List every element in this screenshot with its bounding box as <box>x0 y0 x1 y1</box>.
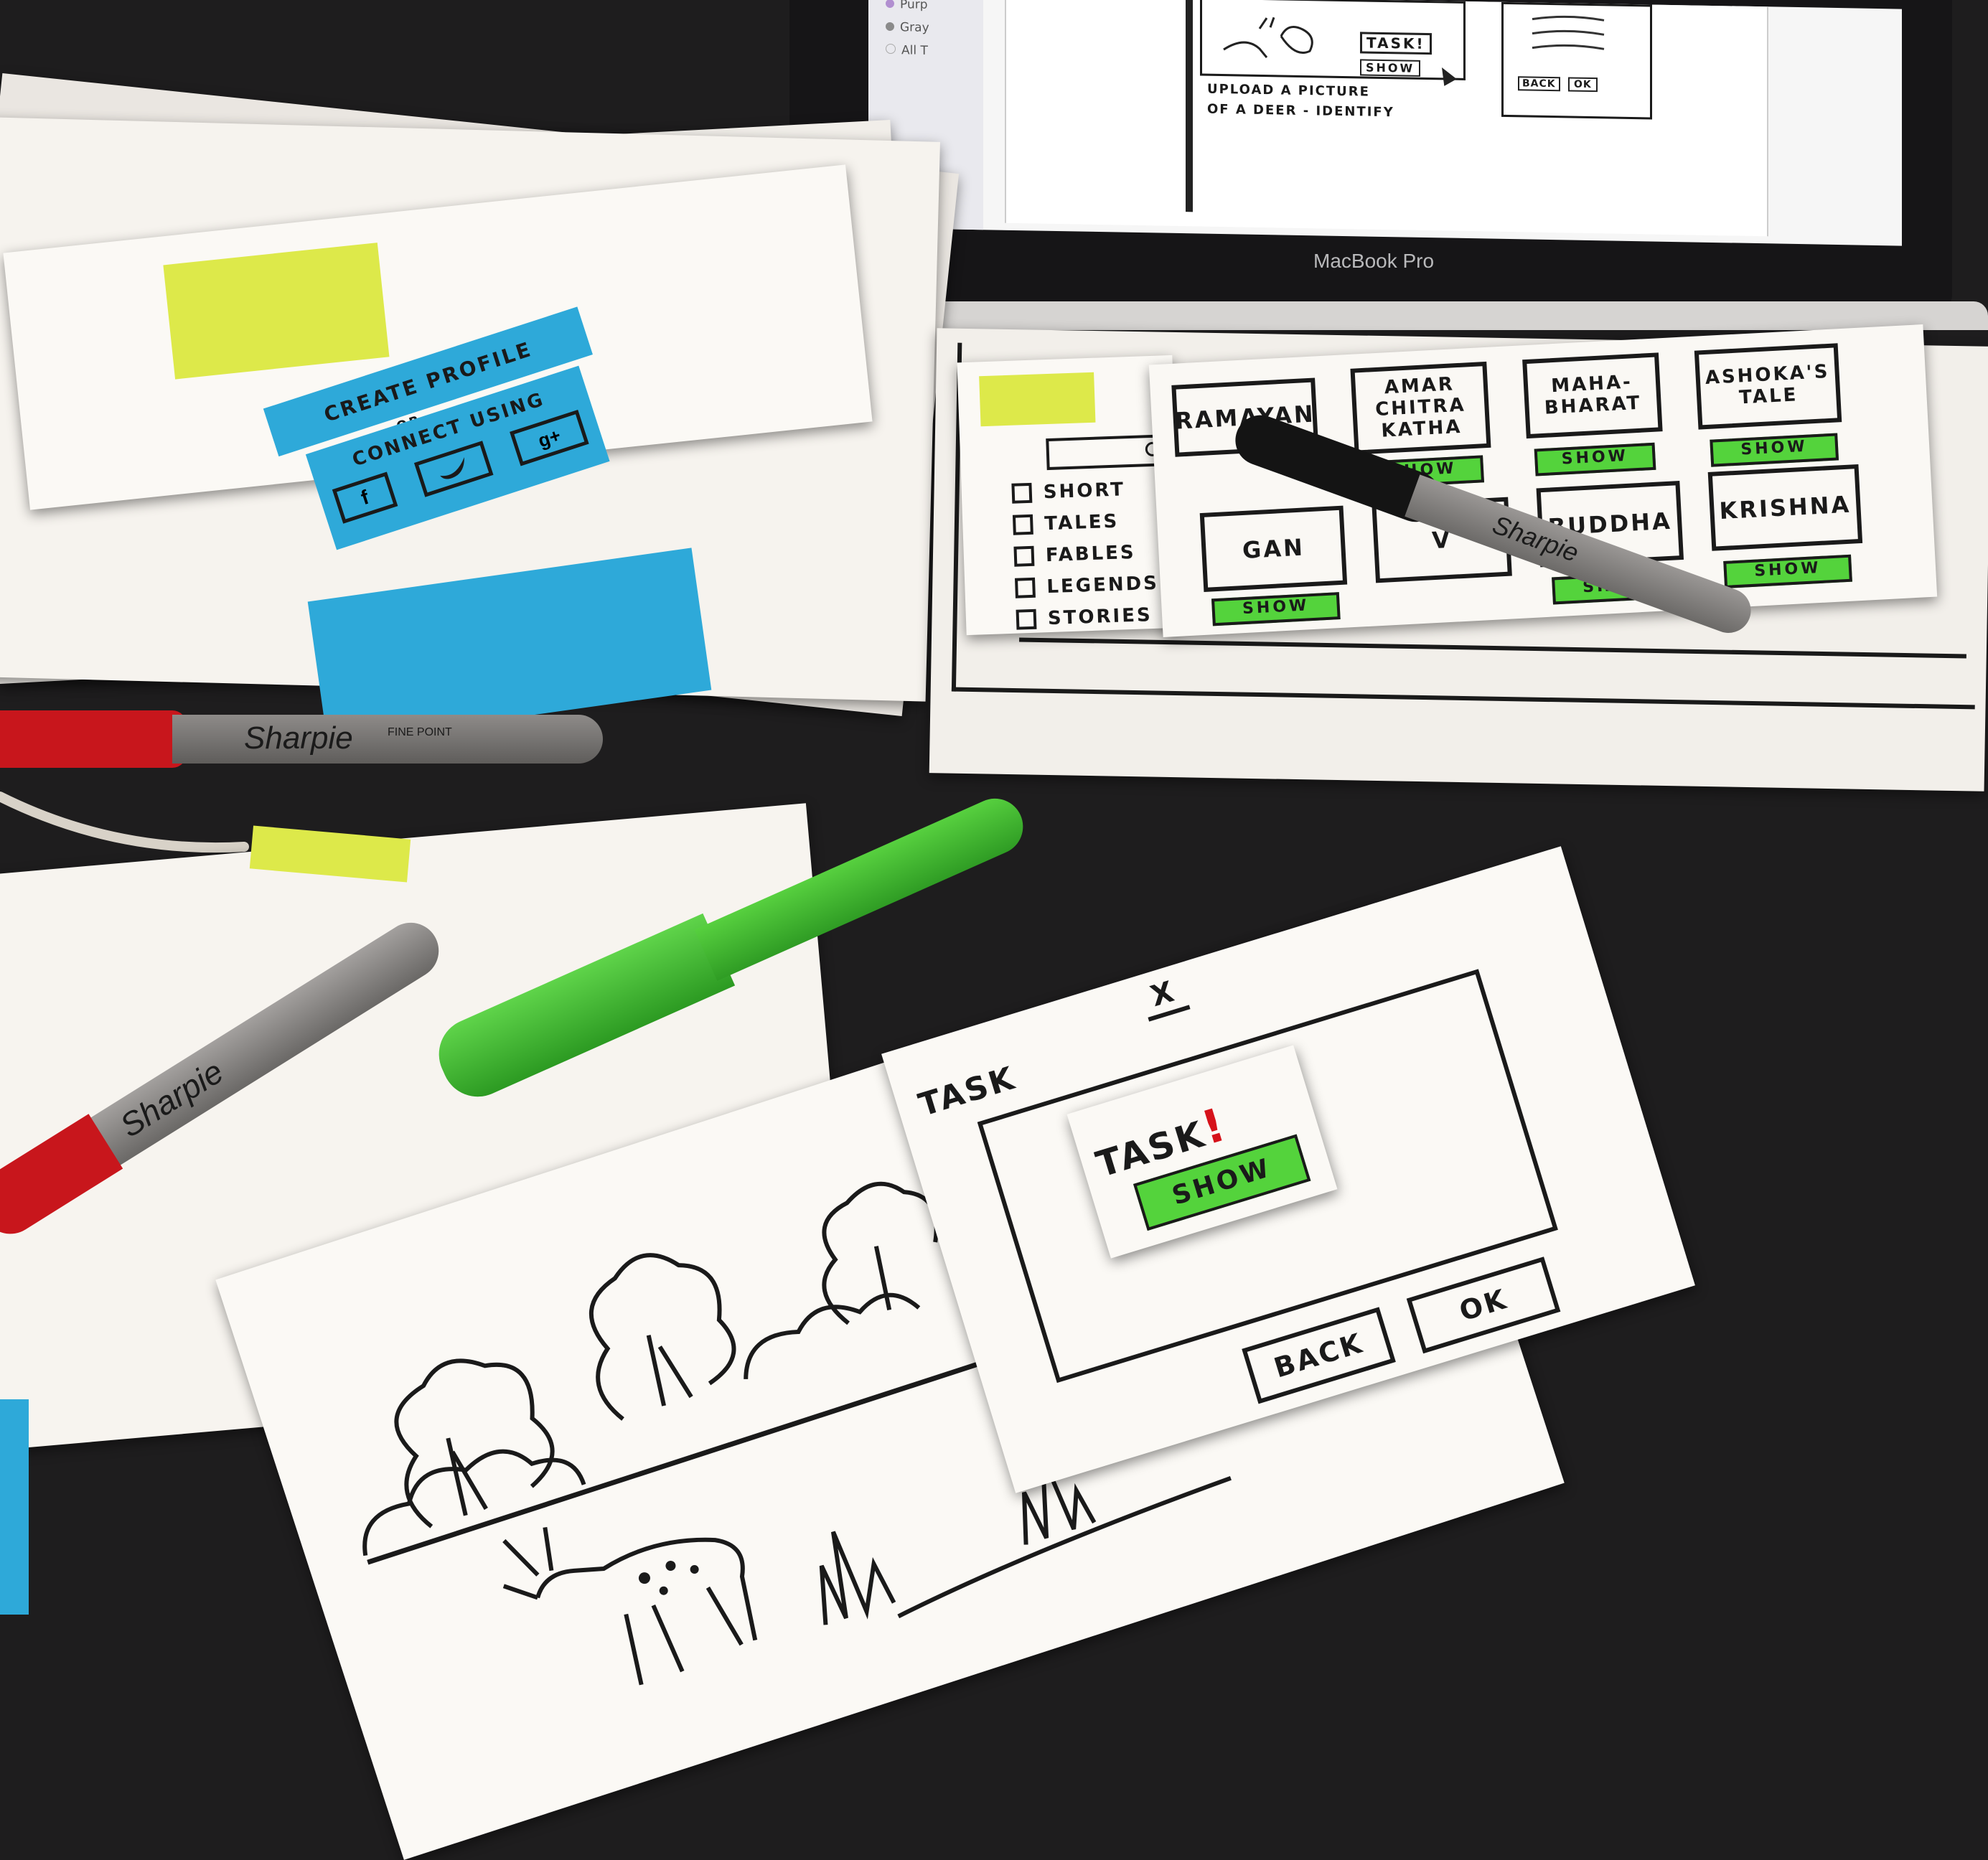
sketch-task-label: TASK! <box>1360 32 1432 55</box>
show-button[interactable]: SHOW <box>1211 592 1341 626</box>
show-button[interactable]: SHOW <box>1534 442 1656 476</box>
filter-option[interactable]: SHORT <box>1011 478 1155 504</box>
story-card-mahabharat[interactable]: MAHA- BHARAT <box>1522 352 1663 439</box>
blue-sticky-edge <box>0 1399 29 1615</box>
circle-icon <box>886 43 896 55</box>
story-card-amar-chitra-katha[interactable]: AMAR CHITRA KATHA <box>1350 361 1491 455</box>
sketch-caption-2: OF A DEER - IDENTIFY <box>1207 101 1394 121</box>
laptop-screen: Purp Gray All T TASK! SHOW UPLOAD A PICT… <box>868 0 1902 246</box>
show-button[interactable]: SHOW <box>1723 554 1852 588</box>
doc-divider <box>1186 0 1193 212</box>
facebook-icon: f <box>358 485 372 509</box>
sticky-note-yellow <box>163 243 390 380</box>
task-card-close-button[interactable]: x <box>1137 970 1191 1022</box>
sketch-right-frame: BACK OK <box>1501 1 1652 120</box>
sketch-deer-icon <box>1223 17 1313 59</box>
story-card-krishna[interactable]: KRISHNA <box>1707 464 1863 551</box>
checkbox-icon <box>1011 482 1033 504</box>
twitter-icon <box>440 457 464 479</box>
cursor-icon <box>1435 64 1457 86</box>
google-plus-button[interactable]: g+ <box>510 409 589 466</box>
sticky-note-yellow-small <box>979 372 1096 427</box>
sketch-frame: TASK! SHOW <box>1200 0 1466 86</box>
filter-search-input[interactable] <box>1046 434 1168 471</box>
red-marker-cap <box>0 710 187 768</box>
red-marker-sublabel: FINE POINT <box>388 726 452 738</box>
sidebar-item[interactable]: Purp <box>886 0 928 12</box>
red-marker-barrel <box>172 715 603 764</box>
sidebar-item[interactable]: All T <box>886 43 928 58</box>
gray-dot-icon <box>886 22 894 32</box>
filter-option[interactable]: STORIES <box>1016 604 1160 631</box>
sketch-lines <box>1532 15 1605 50</box>
facebook-button[interactable]: f <box>332 471 398 524</box>
close-icon: x <box>1146 974 1180 1014</box>
sketch-show-label: SHOW <box>1360 59 1421 77</box>
sketch-back-button[interactable]: BACK <box>1518 76 1560 92</box>
checkbox-icon <box>1012 514 1033 535</box>
screen-document: TASK! SHOW UPLOAD A PICTURE OF A DEER - … <box>1005 0 1768 237</box>
filter-option[interactable]: FABLES <box>1013 541 1158 568</box>
laptop-brand: MacBook Pro <box>1313 250 1435 272</box>
laptop: Purp Gray All T TASK! SHOW UPLOAD A PICT… <box>703 0 1988 337</box>
purple-dot-icon <box>886 0 894 9</box>
twitter-button[interactable] <box>413 441 494 497</box>
story-cards-sheet: RAMAYAN AMAR CHITRA KATHA SHOW MAHA- BHA… <box>1148 324 1938 638</box>
red-marker-label: Sharpie <box>244 720 353 756</box>
checkbox-icon <box>1014 577 1036 598</box>
filter-option[interactable]: LEGENDS <box>1014 573 1159 599</box>
story-card-gan[interactable]: GAN <box>1199 505 1348 592</box>
google-plus-icon: g+ <box>535 423 563 451</box>
sketch-ok-button[interactable]: OK <box>1568 77 1598 93</box>
task-card-ok-button[interactable]: OK <box>1406 1257 1561 1354</box>
sidebar-item[interactable]: Gray <box>886 20 929 35</box>
sketch-caption-1: UPLOAD A PICTURE <box>1207 81 1370 100</box>
story-card-ashokas-tale[interactable]: ASHOKA'S TALE <box>1694 343 1842 430</box>
filter-list: SHORT TALES FABLES LEGENDS STORIES <box>1011 478 1161 641</box>
red-marker: Sharpie FINE POINT <box>0 710 617 768</box>
filter-option[interactable]: TALES <box>1012 509 1157 536</box>
filter-panel: SHORT TALES FABLES LEGENDS STORIES <box>957 354 1182 636</box>
checkbox-icon <box>1013 545 1035 567</box>
show-button[interactable]: SHOW <box>1710 433 1839 467</box>
checkbox-icon <box>1016 609 1037 630</box>
